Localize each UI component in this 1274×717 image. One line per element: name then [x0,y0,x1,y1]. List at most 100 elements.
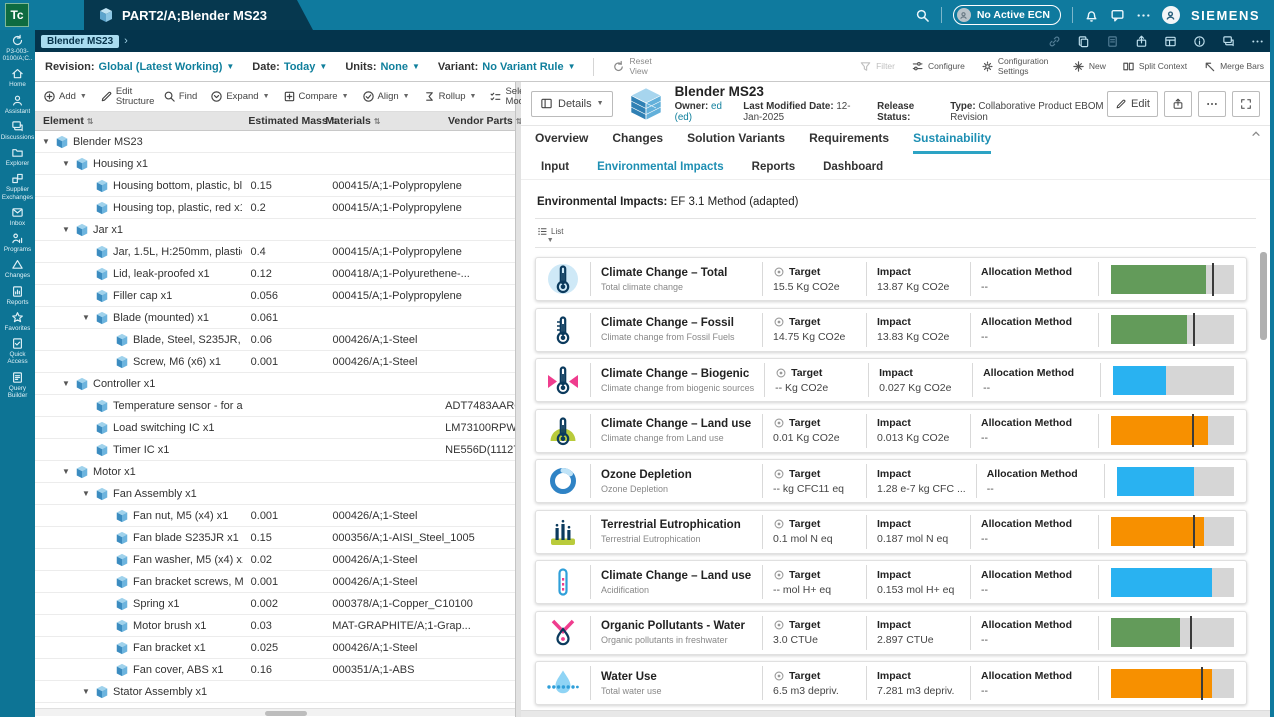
tree-row[interactable]: Fan nut, M5 (x4) x10.001000426/A;1-Steel [35,505,515,527]
scrollbar-thumb[interactable] [1260,252,1267,340]
panel-bottom-scroll-strip[interactable] [521,710,1270,717]
variant-select[interactable]: Variant: No Variant Rule ▼ [438,61,576,73]
tree-row[interactable]: Fan bracket x10.025000426/A;1-Steel [35,637,515,659]
sidebar-item-home[interactable]: Home [0,67,35,88]
tree-row[interactable]: Fan blade S235JR x10.15000356/A;1-AISI_S… [35,527,515,549]
sort-icon[interactable]: ⇅ [87,117,94,126]
list-view-button[interactable]: List ▼ [537,226,563,244]
tree-row[interactable]: Lid, leak-proofed x10.12000418/A;1-Polyu… [35,263,515,285]
copy-icon[interactable] [1077,35,1090,48]
toolbar-configuration-settings-button[interactable]: Configuration Settings [981,57,1056,76]
tree-row[interactable]: Jar, 1.5L, H:250mm, plastic, transpa...0… [35,241,515,263]
tree-row[interactable]: ▼Fan Assembly x1 [35,483,515,505]
search-icon[interactable] [915,8,930,23]
discussions-icon[interactable] [1222,35,1235,48]
sidebar-item-query-builder[interactable]: Query Builder [0,371,35,399]
expand-caret-icon[interactable]: ▼ [61,159,71,168]
tab-solution-variants[interactable]: Solution Variants [687,131,785,154]
impact-card[interactable]: Climate Change – TotalTotal climate chan… [535,257,1247,301]
tree-row[interactable]: Housing bottom, plastic, black x10.15000… [35,175,515,197]
ecn-status-badge[interactable]: No Active ECN [953,5,1061,25]
revision-select[interactable]: Revision: Global (Latest Working) ▼ [45,61,234,73]
toolbar-merge-bars-button[interactable]: Merge Bars [1203,60,1264,73]
tree-row[interactable]: Filler cap x10.056000415/A;1-Polypropyle… [35,285,515,307]
tree-row[interactable]: ▼Blade (mounted) x10.061 [35,307,515,329]
edit-button[interactable]: Edit [1107,91,1158,117]
impact-card[interactable]: Climate Change – FossilClimate change fr… [535,308,1247,352]
sidebar-item-programs[interactable]: Programs [0,232,35,253]
sidebar-item-favorites[interactable]: Favorites [0,311,35,332]
subtab-dashboard[interactable]: Dashboard [823,161,883,173]
info-icon[interactable] [1193,35,1206,48]
tree-row[interactable]: Housing top, plastic, red x10.2000415/A;… [35,197,515,219]
table-view-icon[interactable] [1164,35,1177,48]
subtab-input[interactable]: Input [541,161,569,173]
sidebar-item-assistant[interactable]: Assistant [0,94,35,115]
subtab-environmental-impacts[interactable]: Environmental Impacts [597,161,724,173]
horizontal-scrollbar[interactable] [35,708,515,716]
document-icon[interactable] [1106,35,1119,48]
tree-row[interactable]: ▼Housing x1 [35,153,515,175]
expand-caret-icon[interactable]: ▼ [61,379,71,388]
tree-row[interactable]: Screw, M6 (x6) x10.001000426/A;1-Steel [35,351,515,373]
tree-toolbar-find-button[interactable]: Find [163,90,197,103]
tree-row[interactable]: Blade, Steel, S235JR, Curved, 8...0.0600… [35,329,515,351]
impact-card[interactable]: Climate Change – BiogenicClimate change … [535,358,1247,402]
expand-caret-icon[interactable]: ▼ [81,313,91,322]
sidebar-item-inbox[interactable]: Inbox [0,206,35,227]
expand-caret-icon[interactable]: ▼ [61,225,71,234]
feedback-chat-icon[interactable] [1110,8,1125,23]
tree-toolbar-align-button[interactable]: Align▼ [362,90,410,103]
sidebar-item-discussions[interactable]: Discussions [0,120,35,141]
vertical-scrollbar[interactable] [1260,252,1267,632]
scrollbar-thumb[interactable] [265,711,307,716]
tree-row[interactable]: Motor brush x10.03MAT-GRAPHITE/A;1-Grap.… [35,615,515,637]
tree-row[interactable]: Fan washer, M5 (x4) x10.02000426/A;1-Ste… [35,549,515,571]
sidebar-item-explorer[interactable]: Explorer [0,146,35,167]
sort-icon[interactable]: ⇅ [374,117,381,126]
tree-row[interactable]: Timer IC x1NE556D(111277) [35,439,515,461]
expand-caret-icon[interactable]: ▼ [81,687,91,696]
subtab-reports[interactable]: Reports [752,161,795,173]
tree-toolbar-expand-button[interactable]: Expand▼ [210,90,269,103]
tree-row[interactable]: ▼Blender MS23 [35,131,515,153]
tree-toolbar-rollup-button[interactable]: Rollup▼ [423,90,477,103]
sidebar-item-supplier-exchanges[interactable]: Supplier Exchanges [0,172,35,200]
impact-card[interactable]: Terrestrial EutrophicationTerrestrial Eu… [535,510,1247,554]
expand-caret-icon[interactable]: ▼ [81,489,91,498]
units-select[interactable]: Units: None ▼ [345,61,420,73]
breadcrumb-chip[interactable]: Blender MS23 [41,35,119,48]
impact-card[interactable]: Climate Change – Land useAcidificationTa… [535,560,1247,604]
tree-row[interactable]: ▼Stator Assembly x1 [35,681,515,703]
collapse-panel-chevron-icon[interactable] [1250,128,1262,140]
tree-row[interactable]: ▼Controller x1 [35,373,515,395]
reset-view-button[interactable]: Reset View [612,57,653,76]
column-header-materials[interactable]: Materials⇅ [319,115,442,127]
date-select[interactable]: Date: Today ▼ [252,61,327,73]
toolbar-configure-button[interactable]: Configure [911,60,965,73]
tab-overview[interactable]: Overview [535,131,588,154]
sidebar-item-reports[interactable]: Reports [0,285,35,306]
impact-card[interactable]: Ozone DepletionOzone DepletionTarget-- k… [535,459,1247,503]
tree-row[interactable]: Spring x10.002000378/A;1-Copper_C10100 [35,593,515,615]
expand-caret-icon[interactable]: ▼ [41,137,51,146]
open-export-icon[interactable] [1135,35,1148,48]
sidebar-item-changes[interactable]: Changes [0,258,35,279]
tree-toolbar-add-button[interactable]: Add▼ [43,90,87,103]
column-header-estimated-mass[interactable]: Estimated Mass⇅ [242,115,319,127]
tree-row[interactable]: ▼Jar x1 [35,219,515,241]
more-options-icon[interactable] [1136,8,1151,23]
column-header-vendor-parts[interactable]: Vendor Parts⇅ [442,115,515,127]
toolbar-new-button[interactable]: New [1072,60,1106,73]
tree-toolbar-compare-button[interactable]: Compare▼ [283,90,349,103]
tree-toolbar-edit-structure-button[interactable]: Edit Structure [100,87,150,107]
fullscreen-button[interactable] [1232,91,1260,117]
user-avatar[interactable] [1162,6,1180,24]
details-dropdown-button[interactable]: Details ▼ [531,91,613,117]
tab-sustainability[interactable]: Sustainability [913,131,991,154]
impact-card[interactable]: Organic Pollutants - WaterOrganic pollut… [535,611,1247,655]
tree-row[interactable]: Temperature sensor - for alarm x1ADT7483… [35,395,515,417]
tree-row[interactable]: Fan bracket screws, M5 (x4) x10.00100042… [35,571,515,593]
notifications-bell-icon[interactable] [1084,8,1099,23]
tree-row[interactable]: Load switching IC x1LM73100RPWR(11 [35,417,515,439]
